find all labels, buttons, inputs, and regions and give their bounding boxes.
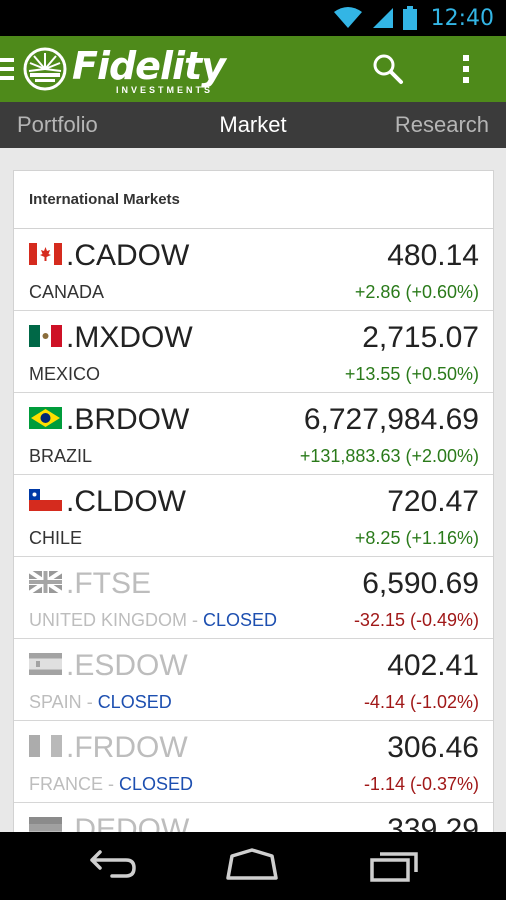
brand-subtitle: INVESTMENTS <box>116 85 214 95</box>
change: -4.14 (-1.02%) <box>363 692 479 712</box>
symbol: .BRDOW <box>66 403 190 436</box>
market-row-chile[interactable]: .CLDOW 720.47 CHILE +8.25 (+1.16%) <box>14 475 493 557</box>
country-name: CANADA <box>29 282 105 302</box>
tab-bar: Market Portfolio Research <box>0 102 506 148</box>
status-bar: 12:40 <box>0 0 506 36</box>
closed-status: CLOSED <box>97 692 172 712</box>
canada-flag-icon <box>29 243 62 265</box>
action-bar: Fidelity INVESTMENTS <box>0 36 506 102</box>
market-row-mexico[interactable]: .MXDOW 2,715.07 MEXICO +13.55 (+0.50%) <box>14 311 493 393</box>
signal-icon <box>372 8 393 28</box>
market-row-canada[interactable]: .CADOW 480.14 CANADA +2.86 (+0.60%) <box>14 229 493 311</box>
recent-apps-icon[interactable] <box>364 842 424 890</box>
separator: - <box>81 692 98 712</box>
price: 6,590.69 <box>362 567 479 600</box>
france-flag-icon <box>29 735 62 757</box>
country: FRANCE - CLOSED <box>29 773 193 795</box>
change: +2.86 (+0.60%) <box>354 282 479 302</box>
brand-name: Fidelity <box>72 44 226 88</box>
closed-status: CLOSED <box>119 774 194 794</box>
country: SPAIN - CLOSED <box>29 691 172 713</box>
country: MEXICO <box>29 363 100 385</box>
symbol: .ESDOW <box>66 649 188 682</box>
market-row-united-kingdom[interactable]: .FTSE 6,590.69 UNITED KINGDOM - CLOSED -… <box>14 557 493 639</box>
symbol: .FTSE <box>66 567 152 600</box>
fidelity-logo-icon <box>23 47 67 91</box>
mexico-flag-icon <box>29 325 62 347</box>
battery-icon <box>402 6 417 30</box>
country-name: FRANCE <box>29 774 104 794</box>
drawer-menu-icon[interactable] <box>0 58 14 80</box>
market-row-brazil[interactable]: .BRDOW 6,727,984.69 BRAZIL +131,883.63 (… <box>14 393 493 475</box>
country-name: BRAZIL <box>29 446 93 466</box>
overflow-menu-icon[interactable] <box>452 51 480 87</box>
price: 306.46 <box>387 731 479 764</box>
back-icon[interactable] <box>82 842 142 890</box>
system-nav-bar <box>0 832 506 900</box>
country: UNITED KINGDOM - CLOSED <box>29 609 277 631</box>
card-title: International Markets <box>29 191 180 208</box>
country-name: MEXICO <box>29 364 101 384</box>
country-name: CHILE <box>29 528 83 548</box>
card-header: International Markets <box>14 171 493 229</box>
price: 402.41 <box>387 649 479 682</box>
price: 339.29 <box>387 813 479 832</box>
market-row-germany[interactable]: .DEDOW 339.29 <box>14 803 493 832</box>
price: 2,715.07 <box>362 321 479 354</box>
change: +131,883.63 (+2.00%) <box>299 446 479 466</box>
price: 6,727,984.69 <box>303 403 479 436</box>
symbol: .MXDOW <box>66 321 193 354</box>
symbol: .CADOW <box>66 239 190 272</box>
country-name: SPAIN <box>29 692 82 712</box>
change: -32.15 (-0.49%) <box>353 610 479 630</box>
symbol: .DEDOW <box>66 813 190 832</box>
clock: 12:40 <box>430 5 494 31</box>
price: 480.14 <box>387 239 479 272</box>
international-markets-card: International Markets .CADOW 480.14 CANA… <box>13 170 494 832</box>
home-icon[interactable] <box>222 842 282 890</box>
closed-status: CLOSED <box>203 610 278 630</box>
brazil-flag-icon <box>29 407 62 429</box>
spain-flag-icon <box>29 653 62 675</box>
separator: - <box>187 610 204 630</box>
country: CANADA <box>29 281 104 303</box>
chile-flag-icon <box>29 489 62 511</box>
separator: - <box>103 774 120 794</box>
change: +13.55 (+0.50%) <box>344 364 479 384</box>
change: +8.25 (+1.16%) <box>354 528 479 548</box>
country-name: UNITED KINGDOM <box>29 610 188 630</box>
symbol: .CLDOW <box>66 485 186 518</box>
tab-portfolio[interactable]: Portfolio <box>17 102 98 148</box>
germany-flag-icon <box>29 817 62 832</box>
market-row-france[interactable]: .FRDOW 306.46 FRANCE - CLOSED -1.14 (-0.… <box>14 721 493 803</box>
uk-flag-icon <box>29 571 62 593</box>
country: BRAZIL <box>29 445 92 467</box>
search-icon[interactable] <box>370 51 406 87</box>
country: CHILE <box>29 527 82 549</box>
market-content[interactable]: International Markets .CADOW 480.14 CANA… <box>0 148 506 832</box>
tab-research[interactable]: Research <box>395 102 489 148</box>
symbol: .FRDOW <box>66 731 188 764</box>
price: 720.47 <box>387 485 479 518</box>
wifi-icon <box>333 7 362 28</box>
change: -1.14 (-0.37%) <box>363 774 479 794</box>
market-row-spain[interactable]: .ESDOW 402.41 SPAIN - CLOSED -4.14 (-1.0… <box>14 639 493 721</box>
